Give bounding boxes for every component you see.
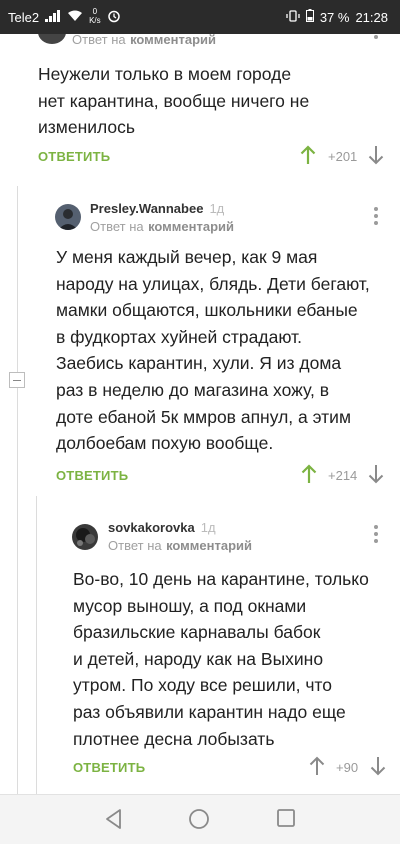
battery-icon: [305, 9, 314, 25]
comment-header: sovkakorovka 1д: [108, 520, 216, 535]
comment-rating: +214: [328, 468, 358, 483]
vibrate-icon: [286, 9, 300, 25]
network-speed-unit: K/s: [89, 15, 101, 25]
comment-text-line: мусор выношу, а под окнами: [73, 595, 307, 616]
comment-text-line: и детей, народу как на Выхино: [73, 648, 324, 669]
reply-meta-prefix: Ответ на: [90, 219, 144, 234]
arrow-down-icon[interactable]: [368, 145, 384, 170]
avatar[interactable]: [55, 204, 81, 230]
reply-meta: Ответ на комментарий: [90, 218, 234, 236]
comment-rating: +201: [328, 149, 358, 164]
avatar[interactable]: [72, 524, 98, 550]
comment-text-line: бразильские карнавалы бабок: [73, 622, 321, 643]
battery-percent: 37 %: [319, 9, 350, 25]
reply-button[interactable]: ОТВЕТИТЬ: [73, 760, 145, 775]
comment-header: Presley.Wannabee 1д: [90, 201, 224, 216]
comment-text-line: народу на улицах, блядь. Дети бегают,: [56, 273, 370, 294]
comment-text-line: раз в неделю до магазина хожу, в: [56, 379, 330, 400]
kebab-menu-icon[interactable]: [374, 34, 378, 39]
comment-text-line: доте ебаной 5к ммров апнул, а этим: [56, 406, 351, 427]
reply-meta-prefix: Ответ на: [72, 34, 126, 47]
comment-age: 1д: [200, 520, 216, 535]
reply-meta: Ответ на комментарий: [72, 34, 216, 49]
thread-line: [36, 496, 37, 794]
comment-text-line: мамки общаются, школьники ебаные: [56, 300, 358, 321]
comment-text-line: раз объявили карантин надо еще: [73, 701, 346, 722]
network-speed-value: 0: [92, 6, 98, 16]
comment-text-line: утром. По ходу все решили, что: [73, 675, 332, 696]
comment-text: Неужели только в моем городе нет каранти…: [38, 61, 378, 141]
alarm-icon: [107, 9, 121, 26]
comment-text-line: плотнее десна лобызать: [73, 728, 275, 749]
comment-text: Во-во, 10 день на карантине, только мусо…: [73, 566, 383, 752]
parent-comment-link[interactable]: комментарий: [166, 538, 252, 553]
author-name[interactable]: sovkakorovka: [108, 520, 195, 535]
comment-age: 1д: [209, 201, 225, 216]
arrow-down-icon[interactable]: [370, 756, 386, 781]
system-nav-bar: [0, 794, 400, 844]
network-speed: 0 K/s: [89, 7, 101, 25]
kebab-menu-icon[interactable]: [374, 207, 378, 225]
comment-text-line: Неужели только в моем городе: [38, 64, 292, 84]
kebab-menu-icon[interactable]: [374, 525, 378, 543]
comment-text-line: У меня каждый вечер, как 9 мая: [56, 247, 318, 267]
comment-text-line: Заебись карантин, хули. Я из дома: [56, 353, 342, 374]
parent-comment-link[interactable]: комментарий: [130, 34, 216, 47]
reply-button[interactable]: ОТВЕТИТЬ: [56, 468, 128, 483]
arrow-down-icon[interactable]: [368, 464, 384, 489]
comment-text-line: в фудкортах хуйней страдают.: [56, 326, 302, 347]
signal-icon: [45, 10, 61, 25]
reply-button[interactable]: ОТВЕТИТЬ: [38, 149, 110, 164]
comment-text-line: Во-во, 10 день на карантине, только: [73, 569, 369, 589]
wifi-icon: [67, 10, 83, 25]
thread-line: [17, 186, 18, 794]
comments-feed[interactable]: Ответ на комментарий Неужели только в мо…: [0, 34, 400, 794]
reply-meta: Ответ на комментарий: [108, 537, 252, 555]
circle-home-icon[interactable]: [188, 808, 210, 835]
carrier-label: Tele2: [8, 10, 40, 25]
clock-time: 21:28: [355, 9, 388, 25]
comment-text: У меня каждый вечер, как 9 мая народу на…: [56, 244, 381, 457]
triangle-back-icon[interactable]: [104, 808, 124, 835]
author-name[interactable]: Presley.Wannabee: [90, 201, 203, 216]
comment-text-line: нет карантина, вообще ничего не: [38, 90, 310, 111]
parent-comment-link[interactable]: комментарий: [148, 219, 234, 234]
arrow-up-icon[interactable]: [300, 145, 316, 170]
collapse-thread-icon[interactable]: [9, 372, 25, 388]
avatar[interactable]: [38, 34, 66, 44]
arrow-up-icon[interactable]: [301, 464, 317, 489]
square-recents-icon[interactable]: [276, 808, 296, 833]
reply-meta-prefix: Ответ на: [108, 538, 162, 553]
status-bar: Tele2 0 K/s 37 % 21:28: [0, 0, 400, 34]
comment-text-line: изменилось: [38, 117, 136, 138]
comment-text-line: долбоебам похую вообще.: [56, 433, 274, 454]
arrow-up-icon[interactable]: [309, 756, 325, 781]
comment-rating: +90: [336, 760, 359, 775]
